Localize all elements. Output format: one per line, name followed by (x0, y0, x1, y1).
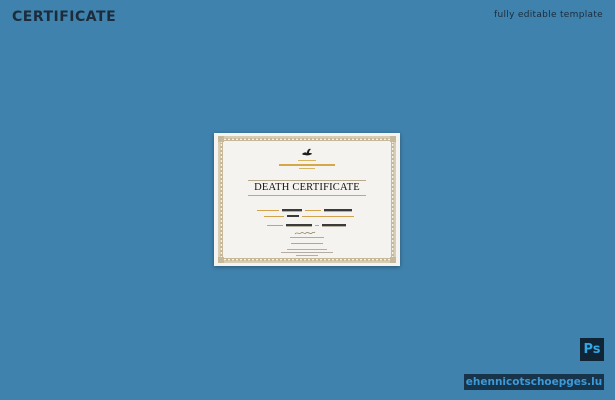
fill-label (257, 210, 279, 211)
fill-row (264, 215, 354, 217)
corner-ornament (218, 257, 224, 263)
address-line (296, 255, 318, 256)
watermark: ehennicotschoepges.lu (464, 374, 604, 390)
fill-value (287, 215, 299, 217)
fill-value (282, 209, 302, 212)
heading-rule (248, 180, 366, 181)
fill-value (322, 224, 346, 227)
address-line (287, 249, 327, 250)
corner-ornament (390, 257, 396, 263)
signer-name (291, 243, 323, 244)
org-name (279, 164, 335, 166)
border-frieze-right (391, 143, 394, 256)
photoshop-icon: Ps (580, 338, 604, 361)
page-title: CERTIFICATE (12, 9, 117, 25)
fill-label (302, 215, 354, 217)
org-line (299, 168, 315, 169)
heading-rule (248, 195, 366, 196)
address-line (281, 252, 333, 253)
signature-line (290, 237, 324, 238)
corner-ornament (218, 136, 224, 142)
border-frieze-left (220, 143, 223, 256)
fill-label (315, 225, 319, 226)
signature (294, 231, 316, 235)
certificate-heading: DEATH CERTIFICATE (254, 182, 360, 193)
fill-label (264, 215, 284, 217)
dove-icon (302, 148, 312, 156)
tagline: fully editable template (494, 10, 603, 20)
fill-label (305, 210, 321, 211)
border-frieze-top (226, 138, 388, 141)
certificate-preview: DEATH CERTIFICATE (214, 133, 400, 266)
corner-ornament (390, 136, 396, 142)
fill-row (257, 209, 352, 212)
fill-value (324, 209, 352, 212)
org-line (298, 160, 316, 161)
fill-row (267, 224, 346, 227)
fill-value (286, 224, 312, 227)
border-frieze-bottom (226, 258, 388, 261)
fill-label (267, 225, 283, 226)
